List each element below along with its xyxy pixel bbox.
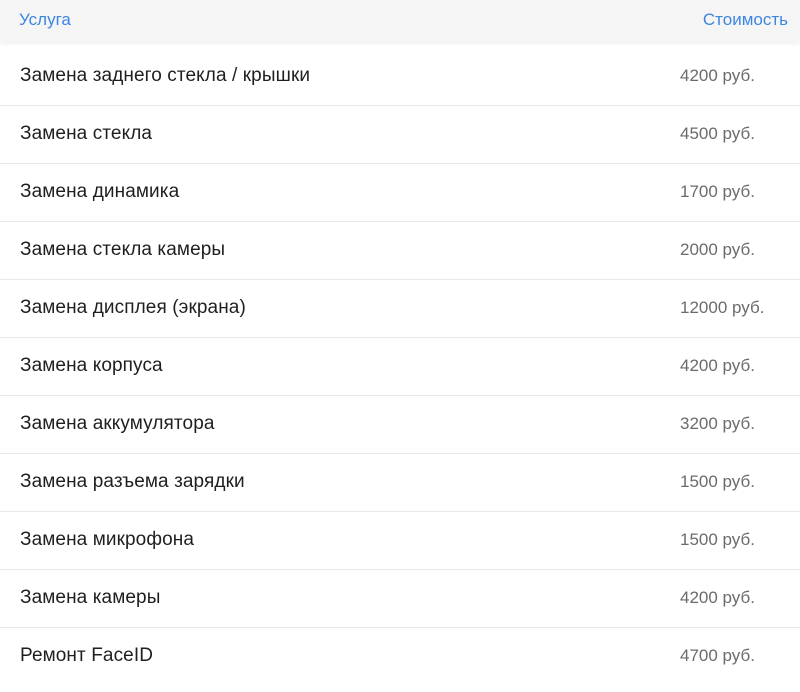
- service-name: Замена микрофона: [20, 529, 194, 550]
- service-price: 1500 руб.: [680, 530, 755, 549]
- table-body: Замена заднего стекла / крышки 4200 руб.…: [0, 48, 800, 686]
- service-price: 12000 руб.: [680, 298, 765, 317]
- table-row[interactable]: Замена стекла 4500 руб.: [0, 106, 800, 164]
- service-price: 4500 руб.: [680, 124, 755, 143]
- service-price: 4200 руб.: [680, 356, 755, 375]
- table-row[interactable]: Замена камеры 4200 руб.: [0, 570, 800, 628]
- service-name: Замена камеры: [20, 587, 161, 608]
- service-name: Замена стекла камеры: [20, 239, 226, 260]
- table-header: Услуга Стоимость: [0, 0, 800, 42]
- price-table: Услуга Стоимость Замена заднего стекла /…: [0, 0, 800, 692]
- column-header-service[interactable]: Услуга: [19, 10, 71, 30]
- table-row[interactable]: Замена динамика 1700 руб.: [0, 164, 800, 222]
- service-price: 1700 руб.: [680, 182, 755, 201]
- service-price: 4200 руб.: [680, 588, 755, 607]
- table-row[interactable]: Замена заднего стекла / крышки 4200 руб.: [0, 48, 800, 106]
- service-price: 3200 руб.: [680, 414, 755, 433]
- table-row[interactable]: Ремонт FaceID 4700 руб.: [0, 628, 800, 686]
- table-row[interactable]: Замена микрофона 1500 руб.: [0, 512, 800, 570]
- table-row[interactable]: Замена аккумулятора 3200 руб.: [0, 396, 800, 454]
- table-row[interactable]: Замена стекла камеры 2000 руб.: [0, 222, 800, 280]
- service-price: 1500 руб.: [680, 472, 755, 491]
- service-name: Замена аккумулятора: [20, 413, 215, 434]
- table-row[interactable]: Замена дисплея (экрана) 12000 руб.: [0, 280, 800, 338]
- service-name: Замена стекла: [20, 123, 153, 144]
- service-name: Ремонт FaceID: [20, 645, 154, 666]
- column-header-price[interactable]: Стоимость: [703, 10, 788, 30]
- service-name: Замена динамика: [20, 181, 180, 202]
- service-price: 4700 руб.: [680, 646, 755, 665]
- service-name: Замена заднего стекла / крышки: [20, 65, 311, 86]
- table-row[interactable]: Замена разъема зарядки 1500 руб.: [0, 454, 800, 512]
- service-name: Замена разъема зарядки: [20, 471, 245, 492]
- table-row[interactable]: Замена корпуса 4200 руб.: [0, 338, 800, 396]
- service-name: Замена дисплея (экрана): [20, 297, 246, 318]
- service-price: 4200 руб.: [680, 66, 755, 85]
- service-price: 2000 руб.: [680, 240, 755, 259]
- service-name: Замена корпуса: [20, 355, 163, 376]
